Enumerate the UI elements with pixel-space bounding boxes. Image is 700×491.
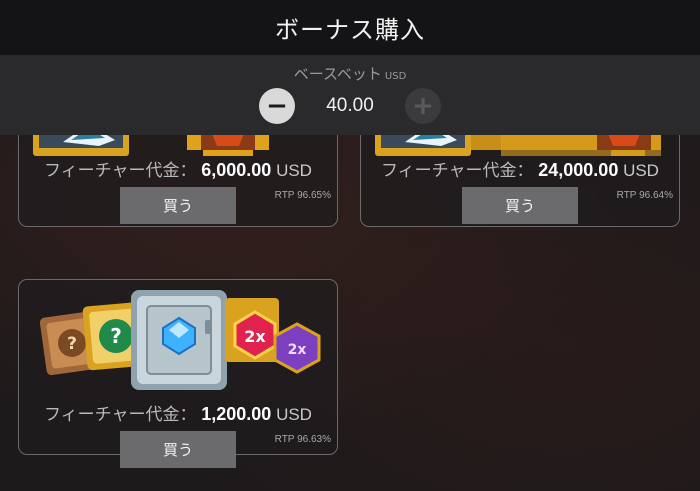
base-bet-panel: ベースベット USD − 40.00 +: [0, 55, 700, 135]
bonus-card-3-rtp: RTP 96.63%: [274, 434, 331, 445]
increase-bet-button[interactable]: +: [405, 88, 441, 124]
question-mark-text-1: ?: [67, 334, 77, 354]
base-bet-label: ベースベット USD: [0, 63, 700, 84]
bonus-card-2: フィーチャー代金： 24,000.00 USD RTP 96.64% 買う: [360, 135, 680, 227]
multiplier-text-purple: 2x: [288, 342, 307, 358]
bonus-card-1-amount: 6,000.00: [201, 160, 272, 180]
bonus-card-1-rtp: RTP 96.65%: [274, 190, 331, 201]
bet-stepper: − 40.00 +: [0, 88, 700, 124]
bonus-card-3-price-label: フィーチャー代金：: [44, 405, 197, 424]
bonus-card-3-currency: USD: [276, 405, 312, 424]
bonus-card-3-symbol-text: ? ? 2x 2x: [67, 324, 307, 358]
bonus-card-2-rtp: RTP 96.64%: [616, 190, 673, 201]
bet-value: 40.00: [326, 95, 374, 116]
bonus-card-3-buy-button[interactable]: 買う: [120, 431, 236, 468]
dialog-header: ボーナス購入: [0, 0, 700, 55]
base-bet-label-text: ベースベット: [293, 65, 382, 83]
bonus-card-1-buy-button[interactable]: 買う: [120, 187, 236, 224]
bonus-card-1-currency: USD: [276, 161, 312, 180]
bonus-card-1: フィーチャー代金： 6,000.00 USD RTP 96.65% 買う: [18, 135, 338, 227]
multiplier-text-red: 2x: [244, 327, 266, 346]
bonus-card-3-amount: 1,200.00: [201, 404, 272, 424]
bonus-card-1-price-label: フィーチャー代金：: [44, 161, 197, 180]
bonus-card-3: ? ? 2x 2x フィーチャー代金： 1,200.00 USD RTP 96.…: [18, 279, 338, 468]
bonus-card-2-price-label: フィーチャー代金：: [381, 161, 534, 180]
bonus-card-2-amount: 24,000.00: [538, 160, 619, 180]
bonus-options-list: フィーチャー代金： 6,000.00 USD RTP 96.65% 買う フィー…: [0, 135, 700, 491]
bonus-card-2-buy-button[interactable]: 買う: [462, 187, 578, 224]
bonus-card-2-price: フィーチャー代金： 24,000.00 USD: [361, 156, 679, 181]
bonus-card-3-price: フィーチャー代金： 1,200.00 USD: [19, 400, 337, 425]
bonus-card-2-currency: USD: [623, 161, 659, 180]
question-mark-text-2: ?: [110, 324, 122, 348]
bonus-card-1-price: フィーチャー代金： 6,000.00 USD: [19, 156, 337, 181]
base-bet-unit: USD: [384, 71, 407, 82]
dialog-title: ボーナス購入: [275, 16, 425, 44]
decrease-bet-button[interactable]: −: [259, 88, 295, 124]
